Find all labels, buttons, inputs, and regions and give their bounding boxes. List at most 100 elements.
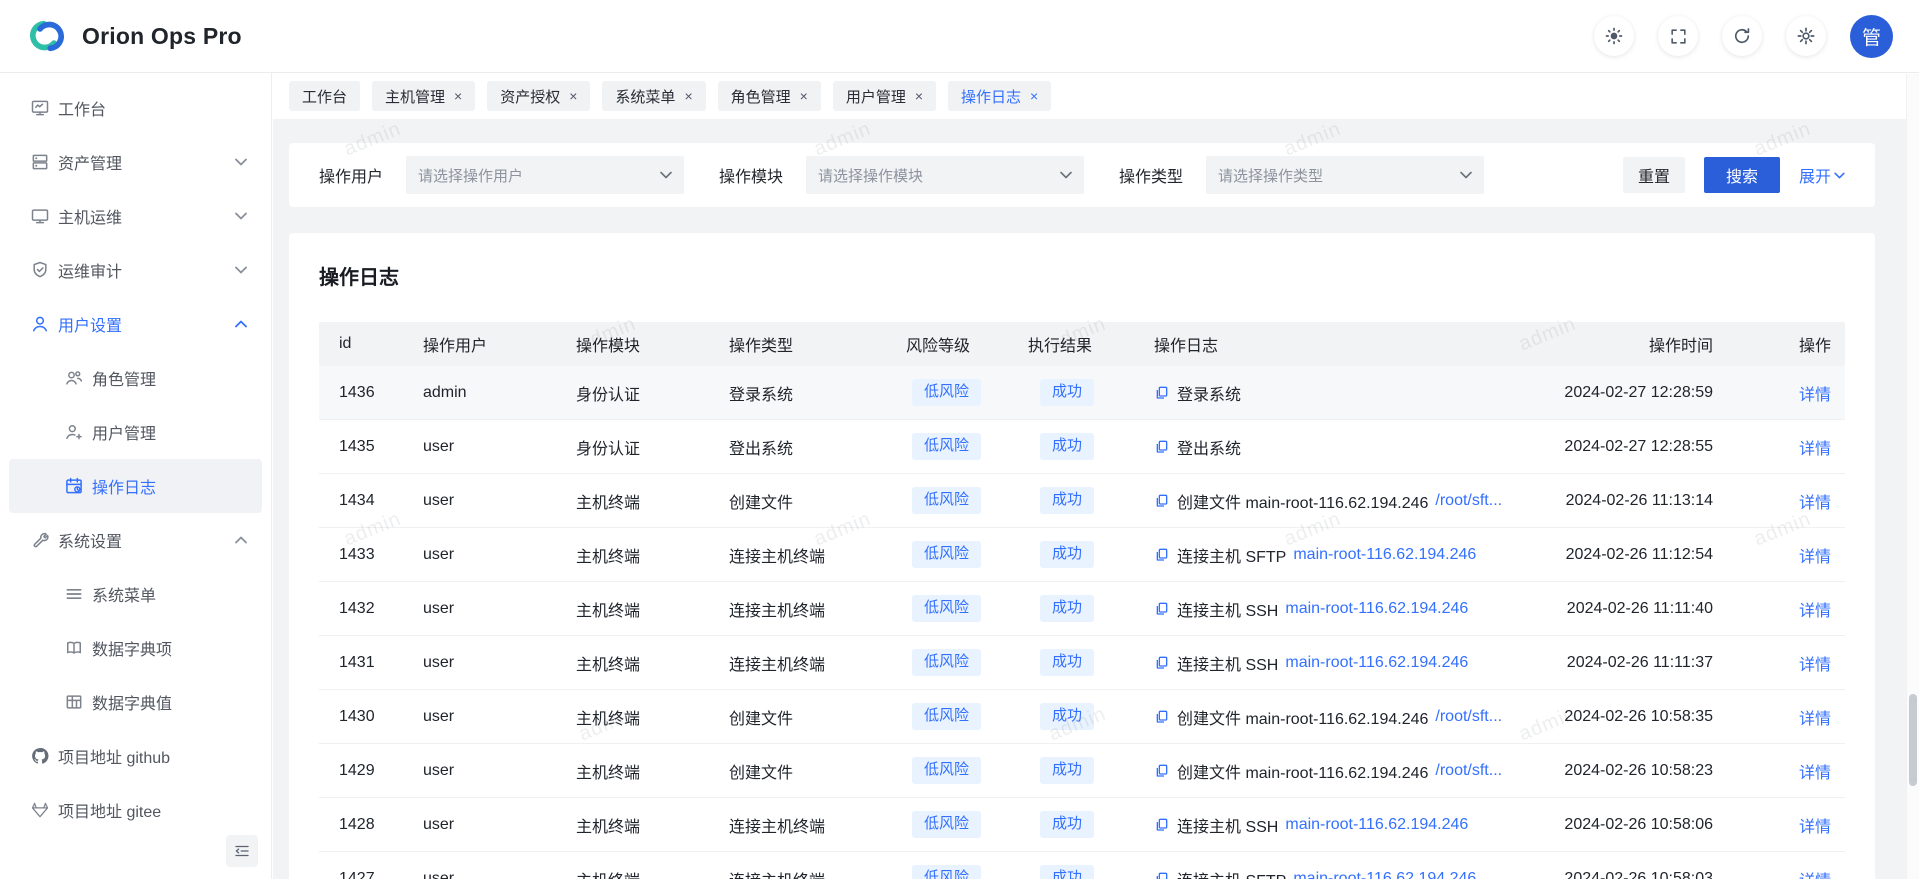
cell-risk: 低风险 (906, 541, 1028, 568)
detail-link[interactable]: 详情 (1799, 711, 1831, 728)
tab-workbench[interactable]: 工作台 (289, 81, 360, 111)
scrollbar-thumb[interactable] (1909, 694, 1917, 786)
close-icon[interactable]: × (800, 88, 808, 104)
detail-link[interactable]: 详情 (1799, 657, 1831, 674)
tab-label: 资产授权 (500, 86, 560, 107)
copy-icon[interactable] (1154, 655, 1170, 671)
log-link[interactable]: main-root-116.62.194.246 (1293, 870, 1476, 879)
log-link[interactable]: main-root-116.62.194.246 (1285, 816, 1468, 834)
reset-button[interactable]: 重置 (1623, 157, 1685, 193)
sidebar-item-host-ops[interactable]: 主机运维 (0, 189, 271, 243)
tab-user-management[interactable]: 用户管理 × (833, 81, 936, 111)
detail-link[interactable]: 详情 (1799, 495, 1831, 512)
filter-label-module: 操作模块 (719, 163, 783, 187)
select-placeholder: 请选择操作模块 (818, 165, 1060, 186)
risk-badge: 低风险 (912, 433, 981, 460)
detail-link[interactable]: 详情 (1799, 765, 1831, 782)
cell-time: 2024-02-26 11:13:14 (1501, 492, 1713, 510)
card-title: 操作日志 (319, 261, 1845, 290)
tab-operation-log[interactable]: 操作日志 × (948, 81, 1051, 111)
theme-toggle-button[interactable] (1594, 16, 1634, 56)
logo-icon (26, 16, 68, 56)
sidebar-item-system-menu[interactable]: 系统菜单 (0, 567, 271, 621)
sidebar-item-role-management[interactable]: 角色管理 (0, 351, 271, 405)
cell-module: 主机终端 (576, 813, 729, 837)
copy-icon[interactable] (1154, 493, 1170, 509)
sidebar-item-dict-item[interactable]: 数据字典项 (0, 621, 271, 675)
tab-asset-auth[interactable]: 资产授权 × (487, 81, 590, 111)
fullscreen-button[interactable] (1658, 16, 1698, 56)
avatar[interactable]: 管 (1850, 15, 1893, 58)
filter-select-user[interactable]: 请选择操作用户 (406, 156, 684, 194)
close-icon[interactable]: × (569, 88, 577, 104)
sidebar-collapse-button[interactable] (226, 835, 258, 867)
cell-module: 主机终端 (576, 489, 729, 513)
sidebar-item-label: 用户设置 (58, 312, 122, 336)
filter-card: 操作用户 请选择操作用户 操作模块 请选择操作模块 操作类型 请选择操作类型 (289, 143, 1875, 207)
sidebar-item-user-settings[interactable]: 用户设置 (0, 297, 271, 351)
copy-icon[interactable] (1154, 385, 1170, 401)
tab-role-management[interactable]: 角色管理 × (718, 81, 821, 111)
close-icon[interactable]: × (915, 88, 923, 104)
header-actions: 管 (1594, 15, 1893, 58)
copy-icon[interactable] (1154, 817, 1170, 833)
cell-module: 身份认证 (576, 381, 729, 405)
sidebar-item-label: 系统菜单 (92, 582, 156, 606)
cell-result: 成功 (1028, 703, 1154, 730)
result-badge: 成功 (1040, 811, 1094, 838)
log-link[interactable]: /root/sft... (1435, 492, 1501, 510)
log-link[interactable]: main-root-116.62.194.246 (1285, 600, 1468, 618)
result-badge: 成功 (1040, 649, 1094, 676)
expand-toggle[interactable]: 展开 (1799, 163, 1845, 187)
table-row: 1427 user 主机终端 连接主机终端 低风险 成功 连接主机 SFTP m… (319, 852, 1845, 879)
sidebar-item-label: 项目地址 github (58, 744, 170, 768)
copy-icon[interactable] (1154, 763, 1170, 779)
sidebar-item-asset-management[interactable]: 资产管理 (0, 135, 271, 189)
sidebar-item-ops-audit[interactable]: 运维审计 (0, 243, 271, 297)
copy-icon[interactable] (1154, 439, 1170, 455)
detail-link[interactable]: 详情 (1799, 387, 1831, 404)
table-header-row: id 操作用户 操作模块 操作类型 风险等级 执行结果 操作日志 操作时间 操作 (319, 322, 1845, 366)
chevron-down-icon (660, 171, 672, 179)
cell-action: 详情 (1713, 867, 1845, 879)
risk-badge: 低风险 (912, 811, 981, 838)
tab-host-management[interactable]: 主机管理 × (372, 81, 475, 111)
sidebar-item-github[interactable]: 项目地址 github (0, 729, 271, 783)
sidebar-item-user-management[interactable]: 用户管理 (0, 405, 271, 459)
page-scrollbar[interactable] (1906, 74, 1919, 879)
log-link[interactable]: /root/sft... (1435, 762, 1501, 780)
copy-icon[interactable] (1154, 547, 1170, 563)
sidebar-item-gitee[interactable]: 项目地址 gitee (0, 783, 271, 837)
log-link[interactable]: main-root-116.62.194.246 (1293, 546, 1476, 564)
sidebar-item-system-settings[interactable]: 系统设置 (0, 513, 271, 567)
search-button[interactable]: 搜索 (1704, 157, 1780, 193)
sidebar-item-workbench[interactable]: 工作台 (0, 81, 271, 135)
detail-link[interactable]: 详情 (1799, 819, 1831, 836)
result-badge: 成功 (1040, 433, 1094, 460)
log-text: 连接主机 SSH (1177, 813, 1278, 837)
sidebar-item-operation-log[interactable]: 操作日志 (9, 459, 262, 513)
detail-link[interactable]: 详情 (1799, 441, 1831, 458)
copy-icon[interactable] (1154, 601, 1170, 617)
filter-select-module[interactable]: 请选择操作模块 (806, 156, 1084, 194)
log-link[interactable]: main-root-116.62.194.246 (1285, 654, 1468, 672)
copy-icon[interactable] (1154, 871, 1170, 879)
cell-action: 详情 (1713, 759, 1845, 783)
sidebar-item-label: 项目地址 gitee (58, 798, 161, 822)
sidebar-item-dict-value[interactable]: 数据字典值 (0, 675, 271, 729)
filter-select-type[interactable]: 请选择操作类型 (1206, 156, 1484, 194)
detail-link[interactable]: 详情 (1799, 549, 1831, 566)
column-header: 操作时间 (1501, 332, 1713, 356)
refresh-button[interactable] (1722, 16, 1762, 56)
detail-link[interactable]: 详情 (1799, 873, 1831, 879)
tab-system-menu[interactable]: 系统菜单 × (602, 81, 705, 111)
copy-icon[interactable] (1154, 709, 1170, 725)
sidebar-item-label: 资产管理 (58, 150, 122, 174)
cell-risk: 低风险 (906, 811, 1028, 838)
close-icon[interactable]: × (454, 88, 462, 104)
close-icon[interactable]: × (684, 88, 692, 104)
log-link[interactable]: /root/sft... (1435, 708, 1501, 726)
detail-link[interactable]: 详情 (1799, 603, 1831, 620)
settings-button[interactable] (1786, 16, 1826, 56)
close-icon[interactable]: × (1030, 88, 1038, 104)
